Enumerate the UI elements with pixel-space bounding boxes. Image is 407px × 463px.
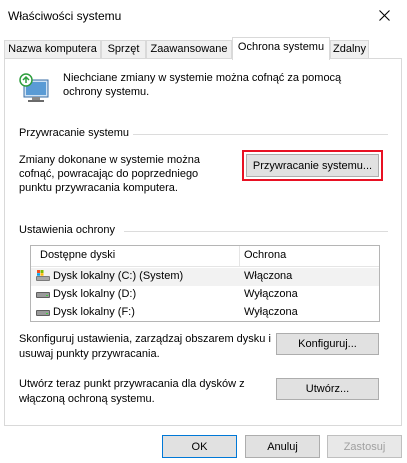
cancel-button[interactable]: Anuluj: [245, 435, 320, 458]
window-title: Właściwości systemu: [8, 9, 122, 23]
restore-description: Zmiany dokonane w systemie można cofnąć,…: [19, 154, 200, 194]
restore-group-divider: [133, 134, 388, 135]
tab-hardware[interactable]: Sprzęt: [101, 40, 146, 59]
restore-button-highlight: Przywracanie systemu...: [242, 150, 383, 181]
intro-description: Niechciane zmiany w systemie można cofną…: [63, 72, 342, 98]
apply-button[interactable]: Zastosuj: [327, 435, 402, 458]
restore-group-label: Przywracanie systemu: [19, 127, 130, 139]
tab-advanced[interactable]: Zaawansowane: [146, 40, 232, 59]
configure-description: Skonfiguruj ustawienia, zarządzaj obszar…: [19, 333, 271, 360]
protection-group-label: Ustawienia ochrony: [19, 224, 115, 236]
system-drive-icon: [36, 270, 50, 281]
drive-status: Wyłączona: [244, 288, 298, 300]
ok-button[interactable]: OK: [162, 435, 237, 458]
create-description: Utwórz teraz punkt przywracania dla dysk…: [19, 378, 245, 405]
tab-computer-name[interactable]: Nazwa komputera: [4, 40, 101, 59]
create-button[interactable]: Utwórz...: [276, 378, 379, 400]
tab-system-protection[interactable]: Ochrona systemu: [232, 37, 330, 60]
column-separator: [239, 246, 240, 267]
title-bar: Właściwości systemu: [0, 0, 407, 32]
configure-button[interactable]: Konfiguruj...: [276, 333, 379, 355]
column-available-drives[interactable]: Dostępne dyski: [40, 249, 115, 261]
drive-name: Dysk lokalny (C:) (System): [53, 270, 184, 282]
drive-name: Dysk lokalny (F:): [53, 306, 135, 318]
system-restore-button[interactable]: Przywracanie systemu...: [246, 154, 379, 177]
drive-icon: [36, 310, 50, 316]
drive-icon: [36, 292, 50, 298]
drive-row[interactable]: Dysk lokalny (D:) Wyłączona: [31, 286, 379, 304]
tab-panel: Niechciane zmiany w systemie można cofną…: [4, 58, 402, 426]
system-protection-icon: [19, 73, 49, 102]
tab-remote[interactable]: Zdalny: [330, 40, 369, 59]
close-button[interactable]: [361, 0, 407, 30]
drive-name-cell: Dysk lokalny (C:) (System): [36, 270, 183, 282]
close-icon: [378, 9, 390, 21]
drive-row[interactable]: Dysk lokalny (C:) (System) Włączona: [31, 268, 379, 286]
drives-list[interactable]: Dostępne dyski Ochrona Dysk lokalny (C:)…: [30, 245, 380, 322]
drives-list-header: Dostępne dyski Ochrona: [31, 246, 379, 267]
drive-name-cell: Dysk lokalny (D:): [36, 288, 136, 300]
drive-status: Wyłączona: [244, 306, 298, 318]
drive-name-cell: Dysk lokalny (F:): [36, 306, 135, 318]
protection-group-divider: [124, 231, 388, 232]
drive-name: Dysk lokalny (D:): [53, 288, 137, 300]
drive-row[interactable]: Dysk lokalny (F:) Wyłączona: [31, 304, 379, 322]
drive-status: Włączona: [244, 270, 293, 282]
column-protection[interactable]: Ochrona: [244, 249, 286, 261]
tab-bar: Nazwa komputera Sprzęt Zaawansowane Ochr…: [4, 37, 403, 60]
